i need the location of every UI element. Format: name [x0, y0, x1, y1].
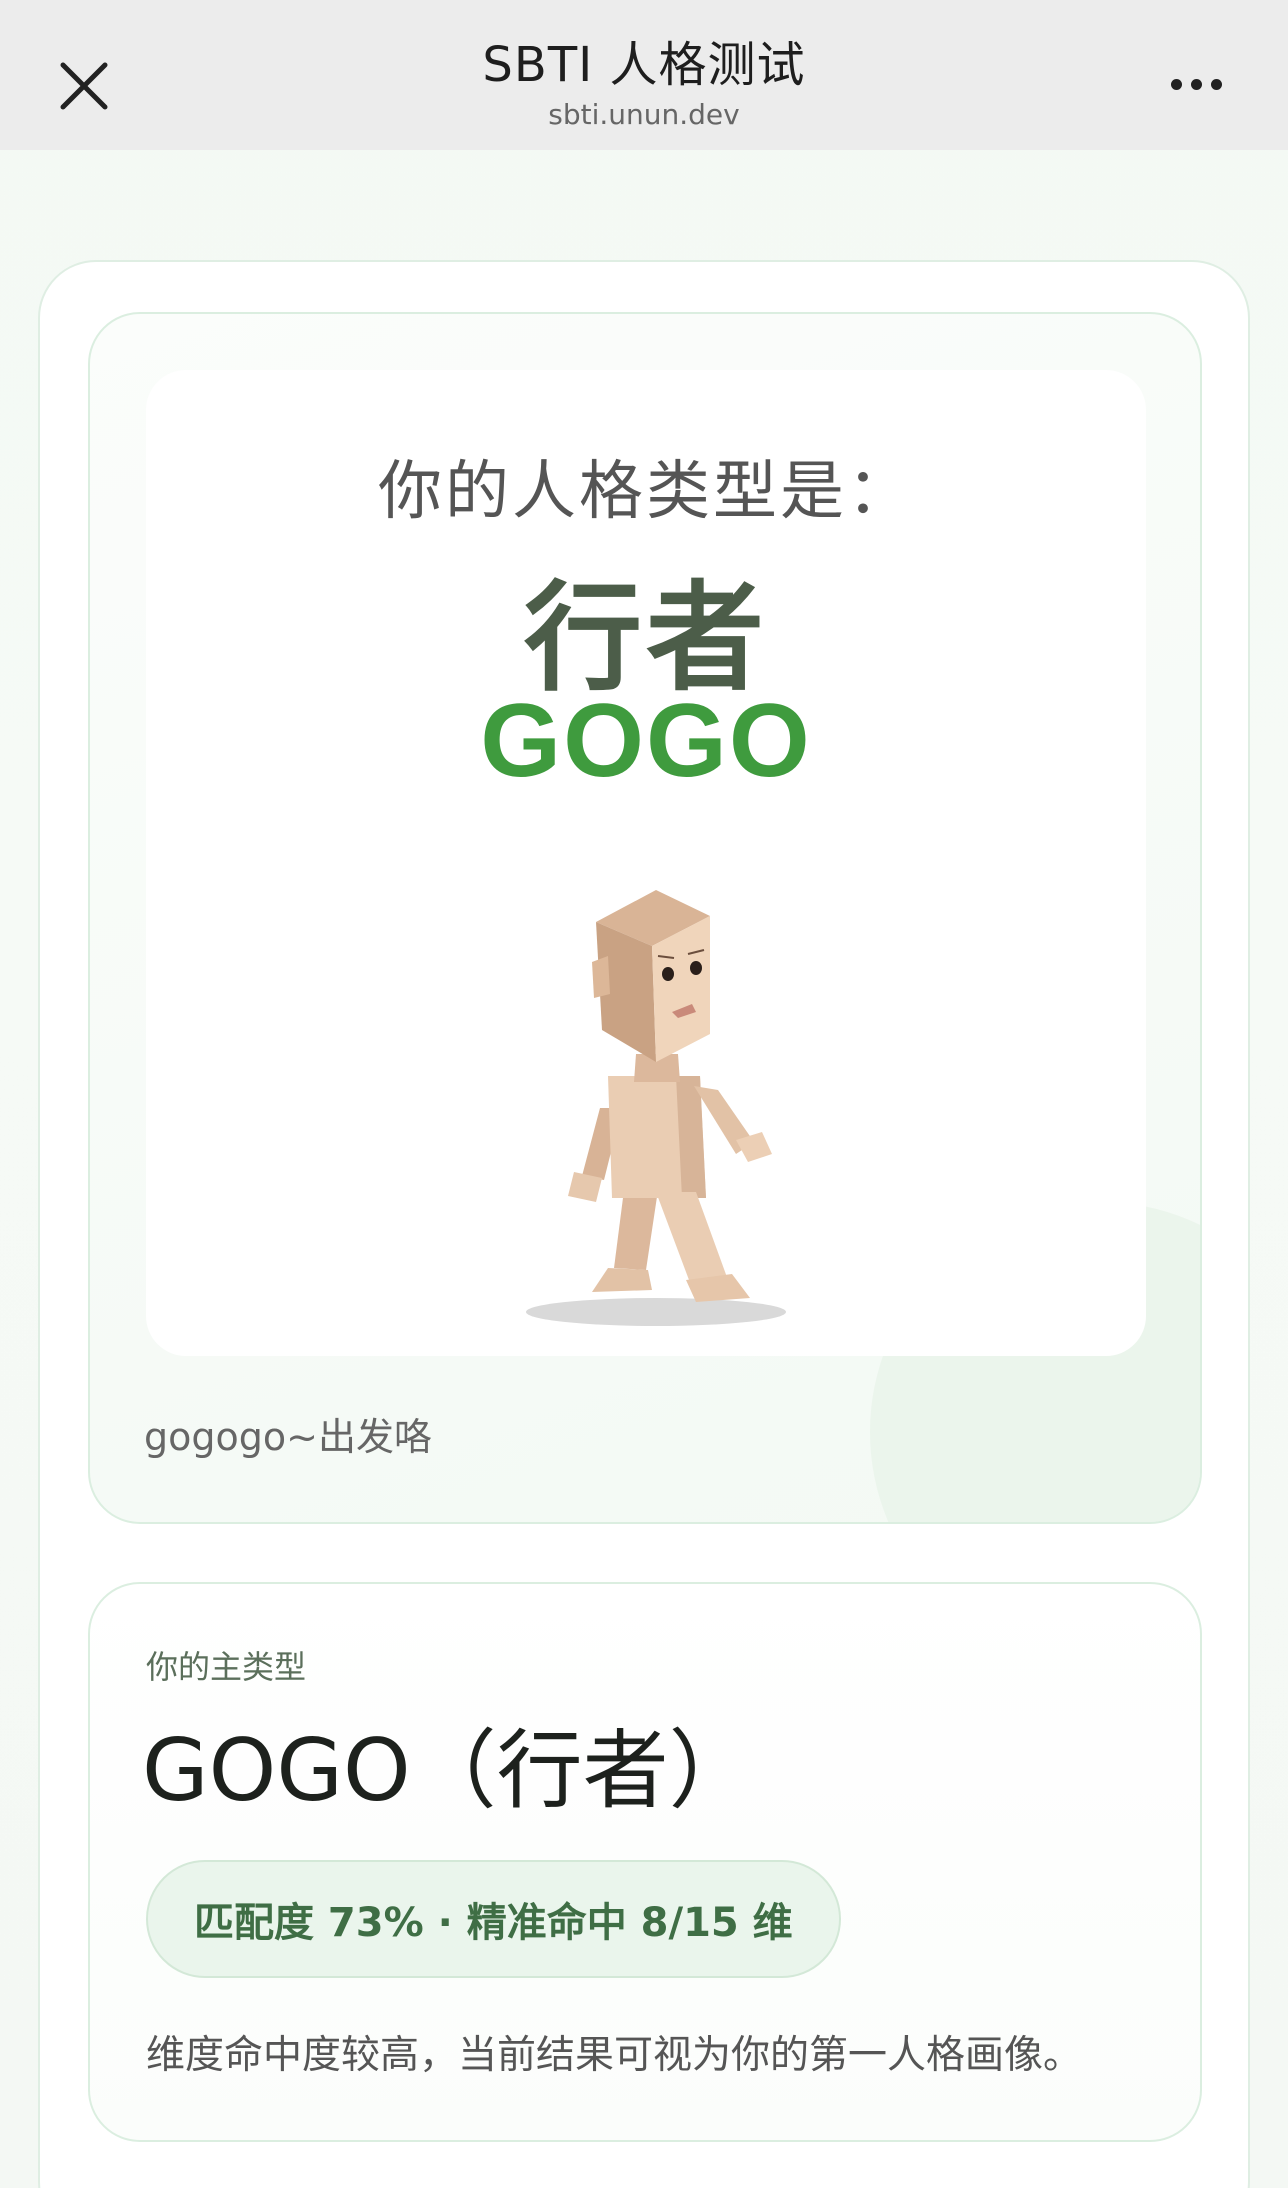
browser-top-bar: SBTI 人格测试 sbti.unun.dev — [0, 0, 1288, 150]
walking-character-illustration — [526, 890, 786, 1326]
poster-heading: 你的人格类型是： — [378, 455, 914, 529]
title-block: SBTI 人格测试 sbti.unun.dev — [0, 34, 1288, 134]
main-type-label: 你的主类型 — [146, 1648, 307, 1686]
poster-caption: gogogo~出发咯 — [144, 1415, 432, 1459]
result-poster-card: 你的人格类型是： 行者 GOGO — [88, 312, 1202, 1524]
more-button[interactable] — [1156, 58, 1236, 110]
more-icon-dot — [1190, 78, 1202, 90]
more-icon-dot — [1210, 78, 1222, 90]
match-score-badge: 匹配度 73% · 精准命中 8/15 维 — [146, 1860, 841, 1978]
poster-type-code: GOGO — [480, 683, 812, 799]
main-type-card: 你的主类型 GOGO（行者） 匹配度 73% · 精准命中 8/15 维 维度命… — [88, 1582, 1202, 2142]
main-type-value: GOGO（行者） — [142, 1721, 755, 1821]
main-type-description: 维度命中度较高，当前结果可视为你的第一人格画像。 — [146, 2033, 1083, 2078]
page-url: sbti.unun.dev — [548, 98, 740, 131]
result-poster-image: 你的人格类型是： 行者 GOGO — [146, 370, 1146, 1356]
page-title: SBTI 人格测试 — [482, 37, 806, 93]
more-icon — [1170, 78, 1182, 90]
